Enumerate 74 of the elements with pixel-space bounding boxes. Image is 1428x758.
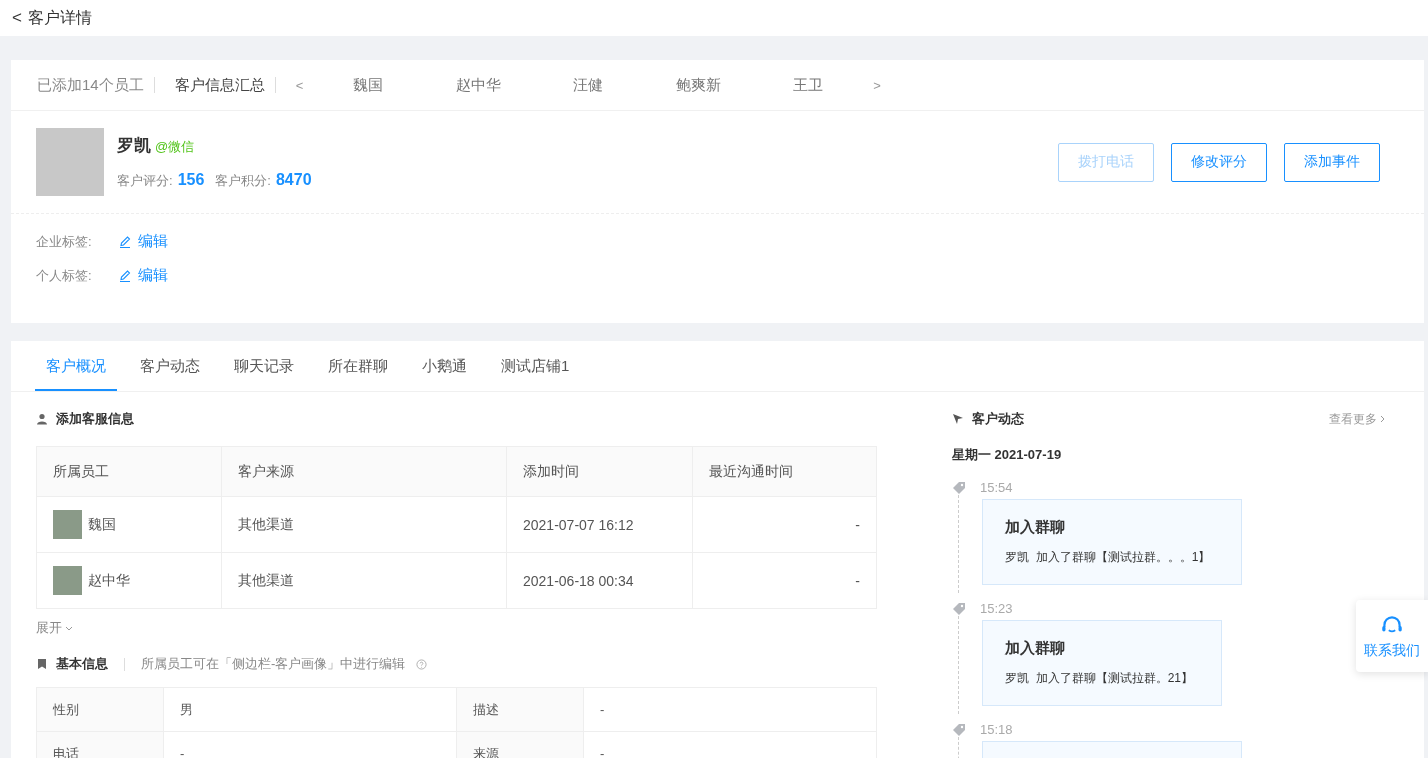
entry-time: 15:18 [980,722,1013,737]
summary-tab[interactable]: 客户信息汇总 [174,75,265,95]
channel-label: @微信 [155,138,195,156]
table-cell: 其他渠道 [221,552,507,609]
photo-placeholder [36,128,104,196]
pencil-icon [118,234,132,249]
points-label: 客户积分: [215,172,271,190]
chevron-down-icon [65,625,73,631]
section-title: 添加客服信息 [56,410,134,428]
photo-placeholder [53,566,82,595]
expand-link[interactable]: 展开 [36,619,62,637]
triangle-icon [952,413,964,425]
tab[interactable]: 测试店铺1 [490,341,581,391]
tag-icon [952,480,966,495]
tag-label: 个人标签: [36,266,93,285]
edit-link[interactable]: 编辑 [138,232,168,251]
person-icon [36,413,48,425]
entry-time: 15:23 [980,601,1013,616]
tab[interactable]: 所在群聊 [317,341,399,391]
event-text: 罗凯 加入了群聊【测试拉群。21】 [1005,670,1194,687]
table-cell: 描述 [456,687,584,732]
bookmark-icon [36,658,48,670]
date-heading: 星期一 2021-07-19 [952,446,1063,464]
table-cell: 性别 [36,687,164,732]
column-header: 添加时间 [506,446,693,497]
table-cell: 2021-07-07 16:12 [506,496,693,553]
entry-time: 15:54 [980,480,1013,495]
staff-tab[interactable]: 汪健 [533,75,644,95]
event-title: 加入群聊 [1005,639,1066,658]
customer-name: 罗凯 [117,135,151,157]
tab[interactable]: 小鹅通 [411,341,478,391]
score-label: 客户评分: [117,172,173,190]
back-button[interactable]: < [12,8,22,28]
table-cell: 2021-06-18 00:34 [506,552,693,609]
tag-icon [952,601,966,616]
help-icon [416,658,428,670]
next-arrow[interactable]: > [863,77,891,93]
column-header: 所属员工 [36,446,222,497]
staff-tab[interactable]: 王卫 [753,75,864,95]
staff-name: 赵中华 [88,571,130,590]
staff-tab[interactable]: 魏国 [313,75,424,95]
staff-tab[interactable]: 鲍爽新 [643,75,754,95]
table-cell: 男 [163,687,457,732]
column-header: 最近沟通时间 [692,446,877,497]
prev-arrow[interactable]: < [285,77,314,93]
tab[interactable]: 聊天记录 [223,341,305,391]
tag-label: 企业标签: [36,232,93,251]
photo-placeholder [53,510,82,539]
action-button[interactable]: 修改评分 [1171,142,1267,182]
pencil-icon [118,268,132,283]
page-title: 客户详情 [27,7,92,28]
view-more-link[interactable]: 查看更多 [1329,410,1377,428]
table-cell: - [692,552,877,609]
column-header: 客户来源 [221,446,507,497]
score-value: 156 [177,171,205,189]
table-cell: 其他渠道 [221,496,507,553]
edit-hint: 所属员工可在「侧边栏-客户画像」中进行编辑 [141,655,406,673]
section-title: 客户动态 [972,410,1024,428]
staff-count: 已添加14个员工 [37,75,144,95]
event-title: 加入群聊 [1005,518,1066,537]
event-text: 罗凯 加入了群聊【测试拉群。。。1】 [1005,549,1212,566]
staff-name: 魏国 [88,515,116,534]
contact-us-button[interactable]: 联系我们 [1356,600,1428,672]
table-cell: - [692,496,877,553]
staff-tab[interactable]: 赵中华 [423,75,534,95]
tag-icon [952,722,966,737]
points-value: 8470 [275,171,312,189]
table-cell: - [583,687,877,732]
tab[interactable]: 客户概况 [35,341,117,391]
action-button[interactable]: 添加事件 [1284,142,1380,182]
tab[interactable]: 客户动态 [129,341,211,391]
edit-link[interactable]: 编辑 [138,266,168,285]
chevron-right-icon [1380,415,1385,423]
section-title: 基本信息 [56,655,108,673]
